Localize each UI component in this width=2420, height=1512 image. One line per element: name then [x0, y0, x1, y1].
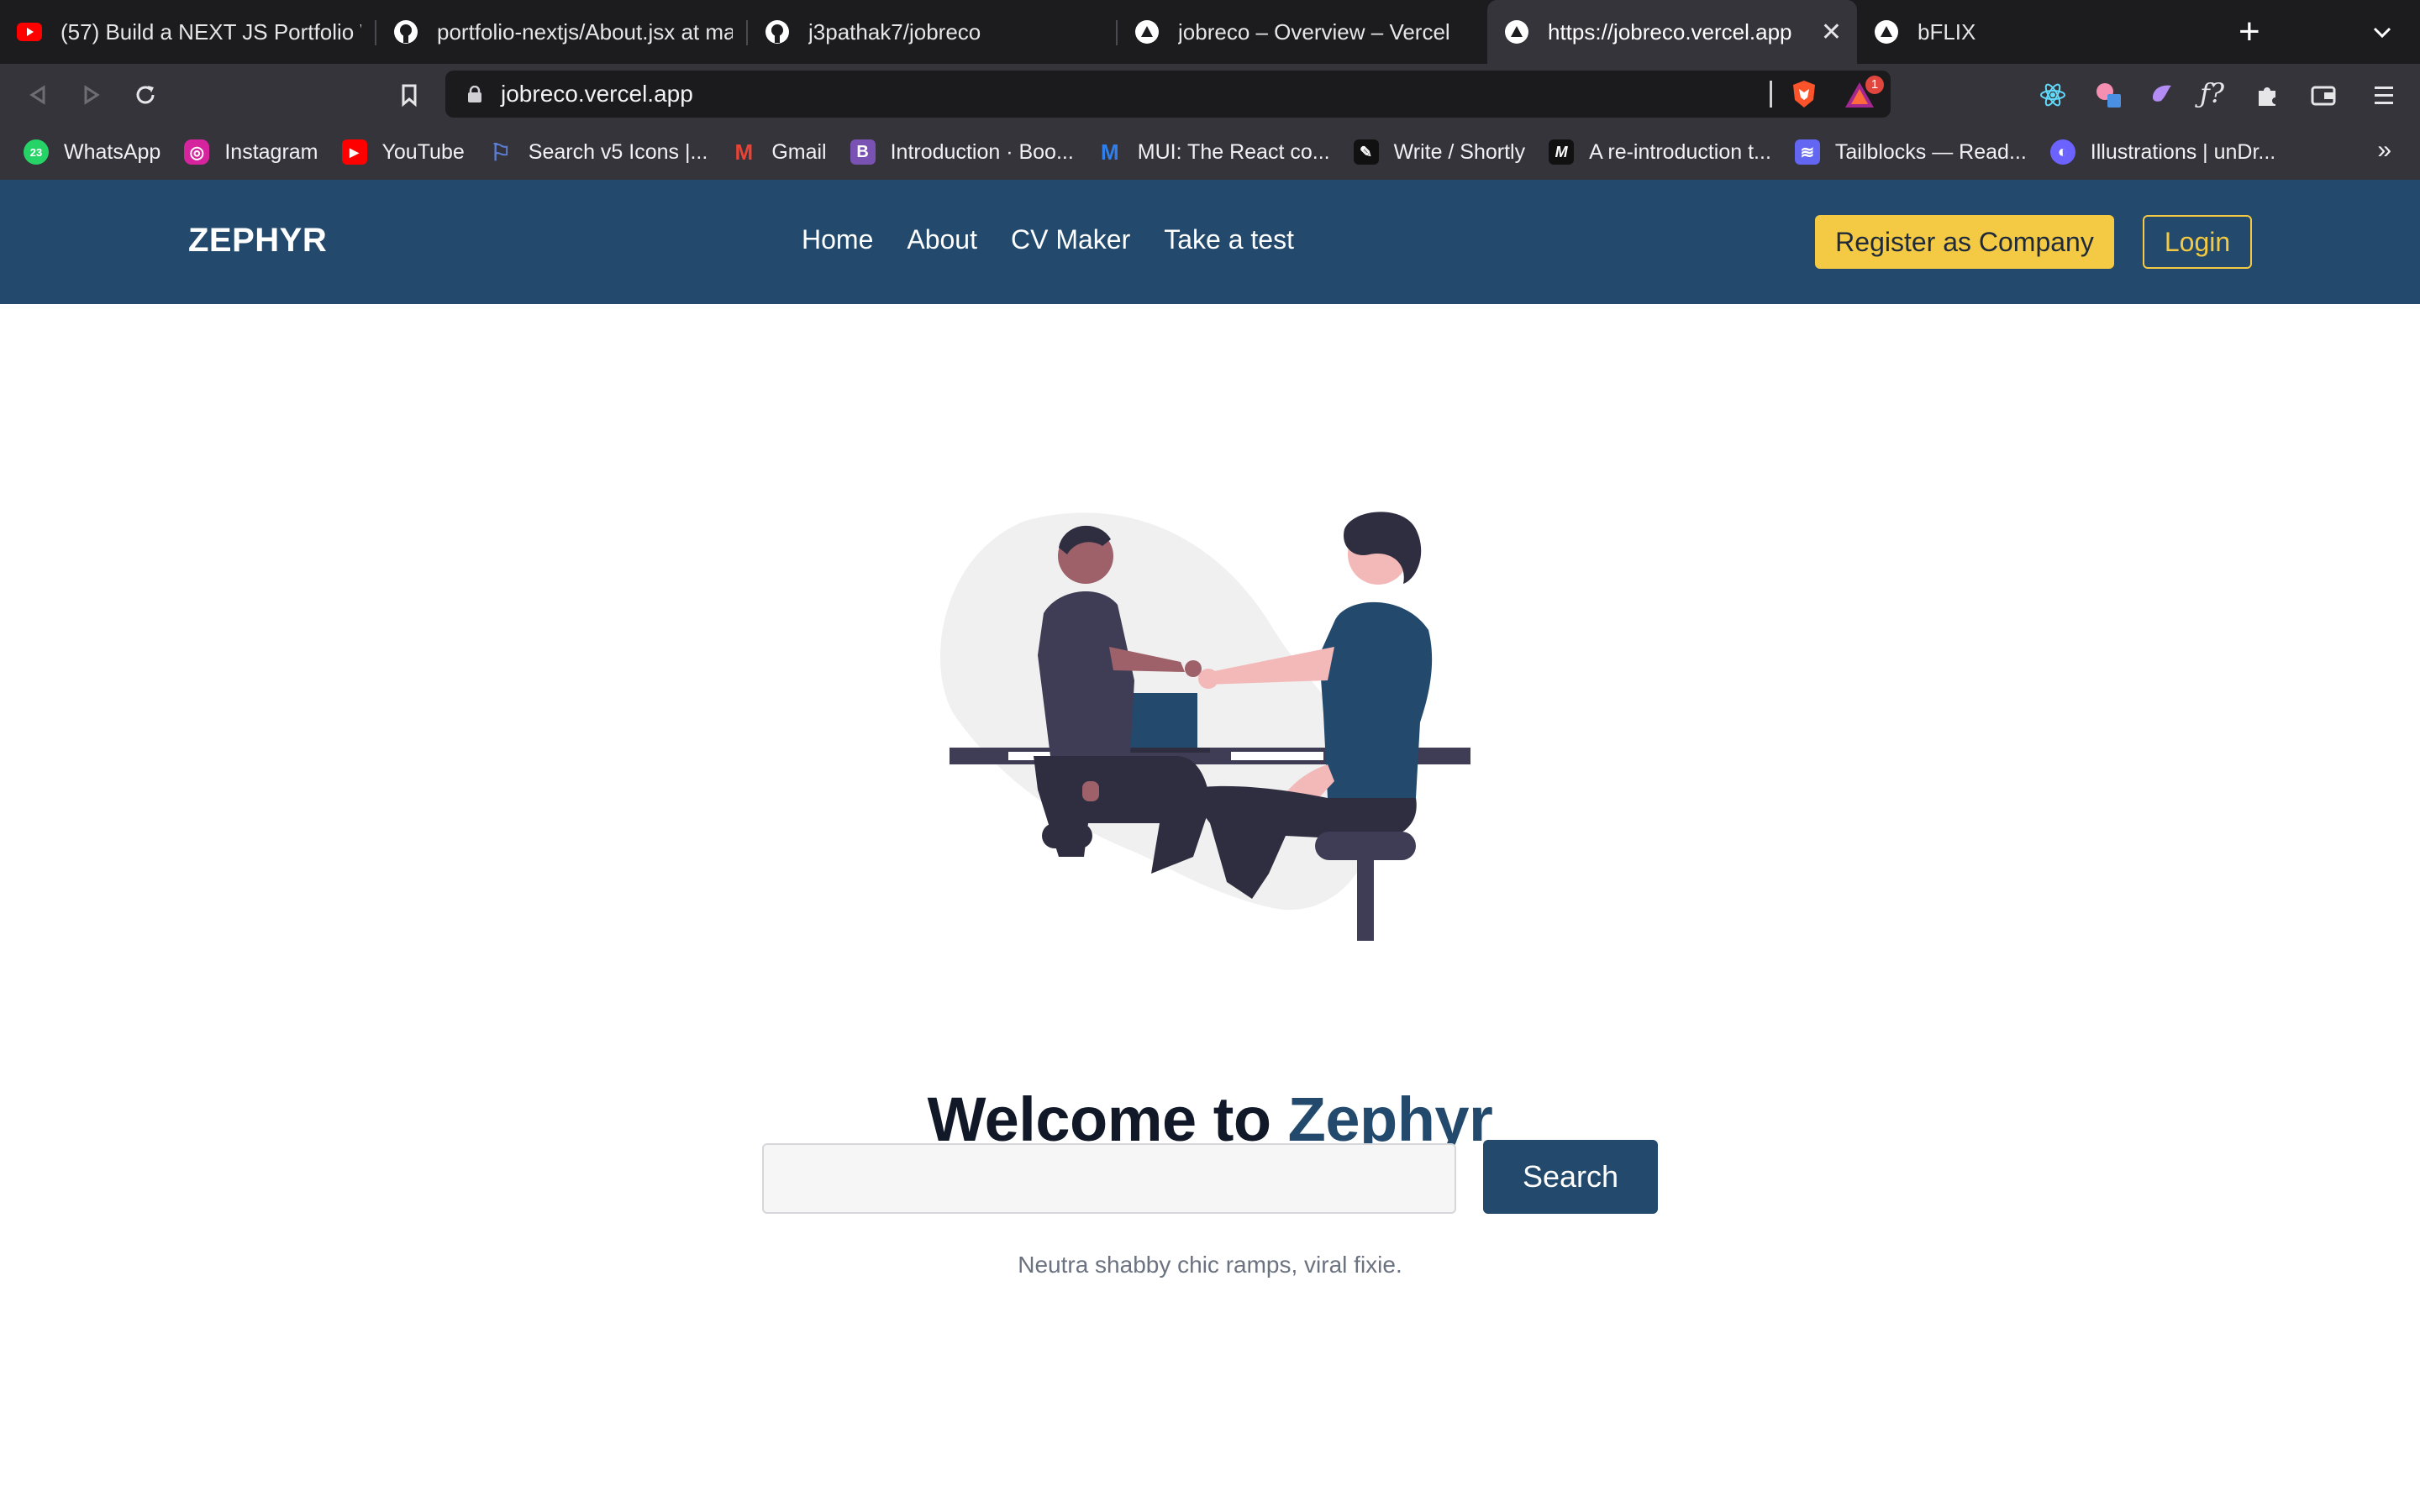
back-icon[interactable] — [24, 81, 52, 109]
site-navbar: ZEPHYR Home About CV Maker Take a test R… — [0, 180, 2420, 304]
brave-shield-icon[interactable] — [1790, 79, 1818, 109]
tab-title: bFLIX — [1918, 18, 1976, 45]
bookmark-item[interactable]: B Introduction · Boo... — [850, 139, 1074, 165]
wallet-icon[interactable] — [2309, 81, 2338, 109]
bookmark-item[interactable]: M Gmail — [731, 139, 826, 165]
bookmark-item[interactable]: ▶ YouTube — [341, 139, 465, 165]
menu-icon[interactable] — [2370, 81, 2398, 109]
vercel-icon — [1134, 19, 1160, 45]
formula-extension-icon[interactable]: ƒ? — [2200, 77, 2228, 109]
github-icon — [393, 19, 418, 45]
bookmarks-bar: 23 WhatsApp ◎ Instagram ▶ YouTube ⚐ Sear… — [0, 124, 2420, 180]
new-tab-plus-icon[interactable]: + — [2238, 13, 2260, 50]
bookmark-label: Illustrations | unDr... — [2090, 139, 2276, 164]
flag-icon: ⚐ — [490, 139, 512, 165]
nav-link-cv-maker[interactable]: CV Maker — [1011, 224, 1130, 255]
bookmark-label: Search v5 Icons |... — [528, 139, 708, 164]
hero-tagline: Neutra shabby chic ramps, viral fixie. — [1018, 1252, 1402, 1278]
bookmark-icon[interactable] — [395, 81, 424, 109]
address-divider — [1770, 81, 1772, 108]
bookmark-item[interactable]: M MUI: The React co... — [1097, 139, 1330, 165]
browser-tab-strip: (57) Build a NEXT JS Portfolio W portfol… — [0, 0, 2420, 64]
mui-icon: M — [1100, 139, 1119, 165]
bookmark-label: A re-introduction t... — [1589, 139, 1771, 164]
bookmark-item[interactable]: ⚐ Search v5 Icons |... — [488, 139, 708, 165]
youtube-icon — [17, 19, 42, 45]
browser-tab[interactable]: (57) Build a NEXT JS Portfolio W — [0, 0, 376, 64]
reload-icon[interactable] — [131, 81, 160, 109]
forward-icon[interactable] — [77, 81, 106, 109]
vercel-icon — [1874, 19, 1899, 45]
handshake-illustration — [940, 512, 1470, 941]
bookmark-label: WhatsApp — [64, 139, 161, 164]
tab-title: portfolio-nextjs/About.jsx at mai — [437, 18, 733, 45]
nav-link-about[interactable]: About — [907, 224, 977, 255]
bookmark-item[interactable]: ◐ Illustrations | unDr... — [2049, 139, 2276, 165]
youtube-icon: ▶ — [341, 139, 367, 165]
browser-tab[interactable]: j3pathak7/jobreco — [748, 0, 1118, 64]
shortly-icon: ✎ — [1353, 139, 1379, 165]
bootstrap-icon: B — [850, 139, 876, 165]
bookmarks-overflow-icon[interactable]: » — [2377, 136, 2391, 165]
tab-title: j3pathak7/jobreco — [808, 18, 981, 45]
tab-title: jobreco – Overview – Vercel — [1178, 18, 1450, 45]
gmail-icon: M — [734, 139, 754, 165]
tab-title: (57) Build a NEXT JS Portfolio W — [60, 18, 361, 45]
browser-tab[interactable]: bFLIX — [1857, 0, 2227, 64]
bookmark-item[interactable]: ≋ Tailblocks — Read... — [1794, 139, 2027, 165]
search-input[interactable] — [762, 1143, 1456, 1214]
lock-icon — [468, 86, 481, 102]
browser-tab-active[interactable]: https://jobreco.vercel.app ✕ — [1487, 0, 1857, 64]
extensions-puzzle-icon[interactable] — [2254, 81, 2282, 109]
rewards-badge: 1 — [1865, 76, 1884, 94]
browser-tab[interactable]: jobreco – Overview – Vercel — [1118, 0, 1487, 64]
bookmark-label: Write / Shortly — [1393, 139, 1526, 164]
brand-logo[interactable]: ZEPHYR — [188, 222, 327, 260]
mdn-icon: M — [1549, 139, 1575, 165]
address-bar[interactable]: jobreco.vercel.app 1 — [445, 71, 1891, 118]
nav-link-take-a-test[interactable]: Take a test — [1164, 224, 1294, 255]
bookmark-label: YouTube — [381, 139, 465, 164]
login-button[interactable]: Login — [2143, 215, 2252, 269]
extension-gradient-icon[interactable] — [2148, 81, 2176, 109]
bookmark-item[interactable]: 23 WhatsApp — [24, 139, 160, 165]
color-picker-extension-icon[interactable] — [2094, 81, 2123, 109]
instagram-icon: ◎ — [184, 139, 210, 165]
bookmark-item[interactable]: ◎ Instagram — [184, 139, 318, 165]
tab-list-chevron-icon[interactable] — [2368, 18, 2396, 47]
whatsapp-icon: 23 — [24, 139, 49, 165]
bookmark-item[interactable]: M A re-introduction t... — [1549, 139, 1771, 165]
bookmark-label: Gmail — [771, 139, 827, 164]
bookmark-item[interactable]: ✎ Write / Shortly — [1353, 139, 1526, 165]
undraw-icon: ◐ — [2049, 139, 2075, 165]
bookmark-label: MUI: The React co... — [1137, 139, 1330, 164]
close-tab-icon[interactable]: ✕ — [1821, 18, 1842, 47]
tailblocks-icon: ≋ — [1794, 139, 1820, 165]
bookmark-label: Introduction · Boo... — [890, 139, 1074, 164]
nav-link-home[interactable]: Home — [802, 224, 873, 255]
react-devtools-icon[interactable] — [2039, 81, 2067, 109]
tab-title: https://jobreco.vercel.app — [1548, 18, 1792, 45]
github-icon — [765, 19, 790, 45]
nav-links: Home About CV Maker Take a test — [802, 224, 1328, 255]
register-company-button[interactable]: Register as Company — [1815, 215, 2114, 269]
search-button[interactable]: Search — [1483, 1140, 1658, 1214]
vercel-icon — [1504, 19, 1529, 45]
bookmark-label: Instagram — [224, 139, 318, 164]
browser-tab[interactable]: portfolio-nextjs/About.jsx at mai — [376, 0, 748, 64]
address-url: jobreco.vercel.app — [501, 81, 693, 107]
bookmark-label: Tailblocks — Read... — [1834, 139, 2027, 164]
